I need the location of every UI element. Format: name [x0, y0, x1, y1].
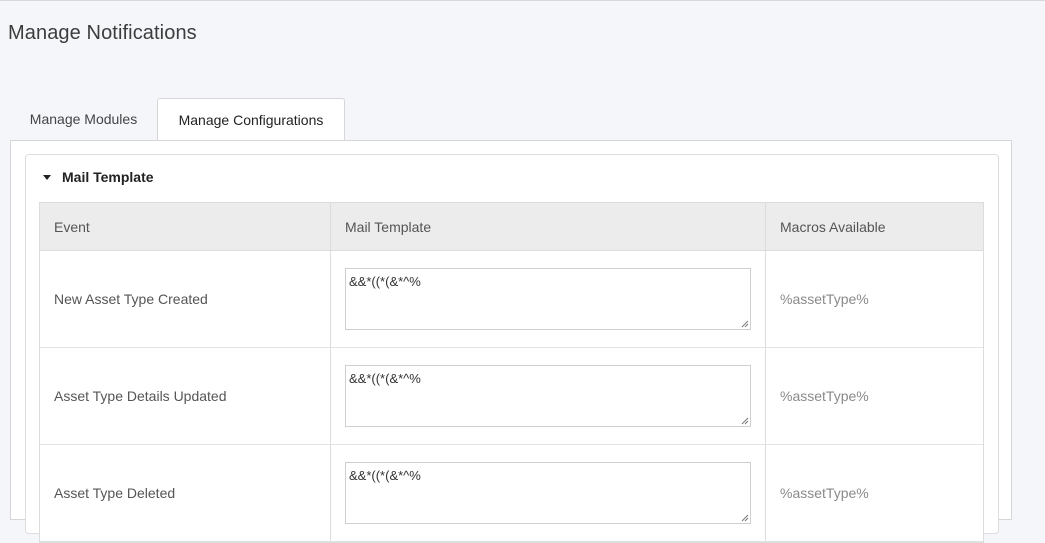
mail-template-table: Event Mail Template Macros Available New…: [39, 202, 984, 543]
configurations-panel: Mail Template Event Mail Template Macros…: [10, 140, 1012, 543]
table-row: Asset Type Deleted &&*((*(&*^% %assetTyp…: [40, 445, 983, 542]
tab-label: Manage Modules: [29, 111, 138, 127]
event-name: New Asset Type Created: [40, 251, 331, 347]
template-text: &&*((*(&*^%: [349, 468, 421, 483]
top-divider: [0, 0, 1045, 1]
page-title: Manage Notifications: [8, 22, 197, 44]
template-cell: &&*((*(&*^%: [331, 445, 766, 541]
column-header-mail-template: Mail Template: [331, 203, 766, 250]
event-name: Asset Type Deleted: [40, 445, 331, 541]
template-cell: &&*((*(&*^%: [331, 251, 766, 347]
table-header: Event Mail Template Macros Available: [40, 203, 983, 251]
mail-template-section: Mail Template Event Mail Template Macros…: [25, 154, 999, 543]
macros-available: %assetType%: [780, 485, 869, 501]
tab-manage-configurations[interactable]: Manage Configurations: [157, 98, 345, 141]
mail-template-toggle[interactable]: Mail Template: [43, 168, 154, 186]
template-text: &&*((*(&*^%: [349, 371, 421, 386]
mail-template-textarea[interactable]: &&*((*(&*^%: [345, 365, 751, 427]
tab-label: Manage Configurations: [178, 112, 324, 128]
table-row: New Asset Type Created &&*((*(&*^% %asse…: [40, 251, 983, 348]
resize-handle-icon[interactable]: [741, 514, 749, 522]
macros-available: %assetType%: [780, 388, 869, 404]
template-cell: &&*((*(&*^%: [331, 348, 766, 444]
caret-down-icon: [43, 175, 51, 180]
column-header-event: Event: [40, 203, 331, 250]
table-row: Asset Type Details Updated &&*((*(&*^% %…: [40, 348, 983, 445]
event-name: Asset Type Details Updated: [40, 348, 331, 444]
macros-available: %assetType%: [780, 291, 869, 307]
column-header-macros: Macros Available: [780, 218, 886, 235]
tab-manage-modules[interactable]: Manage Modules: [10, 98, 157, 140]
resize-handle-icon[interactable]: [741, 320, 749, 328]
tab-bar: Manage Modules Manage Configurations: [10, 98, 1012, 141]
resize-handle-icon[interactable]: [741, 417, 749, 425]
mail-template-textarea[interactable]: &&*((*(&*^%: [345, 462, 751, 524]
section-title: Mail Template: [62, 169, 154, 185]
mail-template-textarea[interactable]: &&*((*(&*^%: [345, 268, 751, 330]
template-text: &&*((*(&*^%: [349, 274, 421, 289]
